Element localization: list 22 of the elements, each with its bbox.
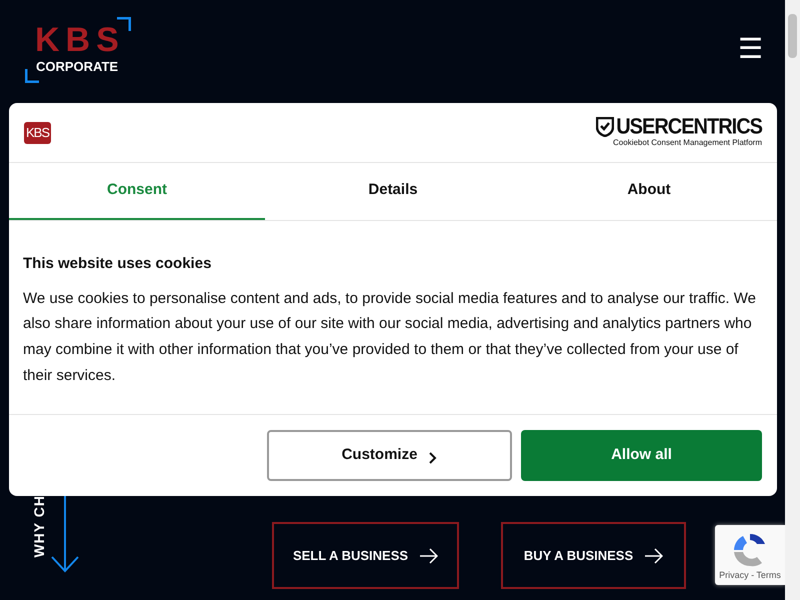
action-button[interactable]: SELL A BUSINESS xyxy=(272,522,459,589)
company-logo[interactable]: KBS CORPORATE xyxy=(25,17,131,83)
action-button[interactable]: BUY A BUSINESS xyxy=(501,522,686,589)
chevron-right-icon xyxy=(429,452,438,464)
cookie-description: We use cookies to personalise content and ads, to provide social media features and to analyse our traffic. We also share information about your use of our site with our social media, advertising and analytics partners who may combine it with other information that you’ve provided to them or that they’ve collected from your use of their services. xyxy=(23,288,757,386)
section-label: WHY CH xyxy=(30,495,48,558)
allow-all-button[interactable]: Allow all xyxy=(521,430,762,481)
tab[interactable]: Consent xyxy=(9,163,265,220)
provider-name: USERCENTRICS xyxy=(616,116,762,138)
company-logo: KBS xyxy=(24,122,52,144)
privacy-terms-links[interactable]: Privacy - Terms xyxy=(719,569,781,582)
dialog-heading: This website uses cookies xyxy=(23,254,212,274)
customize-button[interactable]: Customize xyxy=(267,430,512,481)
arrow-right-icon xyxy=(645,548,664,564)
scrollbar[interactable] xyxy=(785,0,800,600)
shield-check-icon xyxy=(596,116,614,136)
menu-icon[interactable]: ☰ xyxy=(738,33,763,65)
arrow-right-icon xyxy=(420,548,438,564)
provider-tagline: Cookiebot Consent Management Platform xyxy=(613,136,762,148)
tab[interactable]: Details xyxy=(265,163,521,220)
tab[interactable]: About xyxy=(521,163,777,220)
recaptcha-badge[interactable]: Privacy - Terms xyxy=(715,525,785,585)
